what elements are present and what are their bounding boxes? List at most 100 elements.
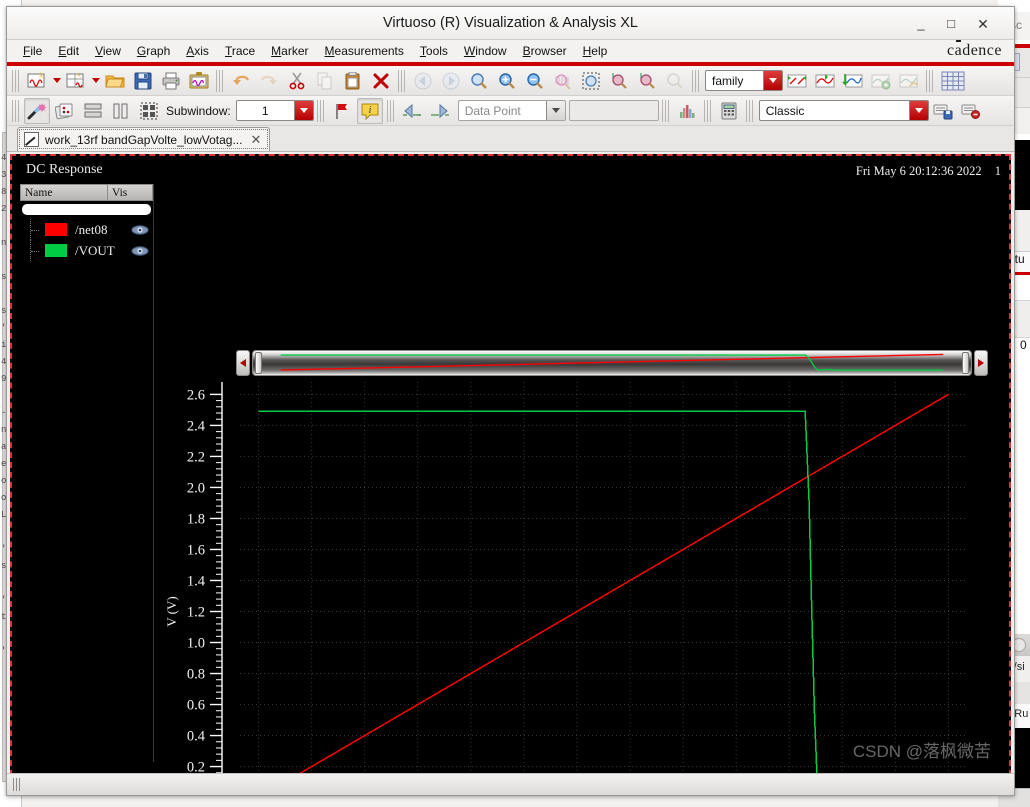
list-item[interactable]: /VOUT [20,240,153,261]
calculator-icon[interactable] [716,98,742,124]
menu-item-axis[interactable]: Axis [178,40,217,62]
visibility-eye-icon[interactable] [127,245,153,257]
grid-toggle-icon[interactable] [938,68,968,94]
marker-value-input[interactable] [568,100,659,121]
next-marker-icon[interactable] [427,98,453,124]
subwindow-combo[interactable]: 1 [235,100,314,121]
toolbar-grip[interactable] [692,69,700,92]
close-button[interactable]: ✕ [974,15,992,33]
family-combo-arrow[interactable] [763,71,782,90]
menu-item-browser[interactable]: Browser [515,40,575,62]
swap-axes-icon[interactable] [840,68,866,94]
save-icon[interactable] [130,68,156,94]
menu-item-edit[interactable]: Edit [50,40,87,62]
zoom-y-icon[interactable] [634,68,660,94]
tile-icon[interactable] [136,98,162,124]
minimize-button[interactable]: _ [912,15,930,33]
dc-response-plot[interactable]: -0.20.00.20.40.60.81.01.21.41.61.82.02.2… [162,346,992,774]
wand-icon[interactable] [24,97,50,124]
menu-item-tools[interactable]: Tools [412,40,456,62]
maximize-button[interactable]: □ [942,15,960,33]
new-window-icon[interactable] [24,68,50,94]
append-trace-icon[interactable] [868,68,894,94]
zoom-area-icon[interactable] [578,68,604,94]
zoom-x-icon[interactable] [606,68,632,94]
cut-icon[interactable] [284,68,310,94]
zoom-out-icon[interactable] [522,68,548,94]
toolbar-grip[interactable] [216,69,224,92]
signal-list-col-vis[interactable]: Vis [108,185,152,200]
graph-tab-icon [24,132,39,147]
family-combo[interactable]: family [705,70,783,91]
split-horizontal-icon[interactable] [784,68,810,94]
menu-item-measurements[interactable]: Measurements [317,40,412,62]
zoom-waveform-icon[interactable] [550,68,576,94]
replace-trace-icon[interactable] [896,68,922,94]
menu-item-window[interactable]: Window [456,40,515,62]
strip-chart-icon[interactable] [812,68,838,94]
toolbar-grip[interactable] [745,99,754,122]
menu-item-file[interactable]: File [15,40,50,62]
toolbar-grip[interactable] [12,69,20,92]
new-subwindow-dropdown-icon[interactable] [90,68,101,94]
signal-list-col-name[interactable]: Name [21,185,108,200]
graph-canvas-area[interactable]: DC Response Fri May 6 20:12:36 2022 1 Na… [10,154,1011,776]
paste-icon[interactable] [340,68,366,94]
back-icon[interactable] [410,68,436,94]
new-window-dropdown-icon[interactable] [51,68,62,94]
list-item[interactable]: /net08 [20,219,153,240]
prev-marker-icon[interactable] [399,98,425,124]
tree-connector-icon [30,219,42,240]
print-icon[interactable] [158,68,184,94]
stack-horizontal-icon[interactable] [80,98,106,124]
toolbar-grip[interactable] [703,99,712,122]
delete-template-icon[interactable] [958,98,984,124]
toolbar-grip[interactable] [661,99,670,122]
toolbar-grip[interactable] [386,99,395,122]
subwindow-combo-arrow[interactable] [293,101,313,120]
y-tick-label: 2.4 [187,418,206,434]
marker-type-arrow[interactable] [545,101,565,120]
document-tab[interactable]: work_13rf bandGapVolte_lowVotag... ✕ [17,127,271,151]
toolbar-grip[interactable] [398,69,406,92]
flag-icon[interactable] [329,98,355,124]
info-icon[interactable]: i [356,97,383,124]
undo-icon[interactable] [228,68,254,94]
menu-item-help[interactable]: Help [575,40,616,62]
zoom-select-icon[interactable] [662,68,688,94]
zoom-fit-icon[interactable] [466,68,492,94]
toolbar-grip[interactable] [12,99,20,122]
y-axis-label: V (V) [164,596,179,626]
document-tab-close-icon[interactable]: ✕ [248,132,263,148]
style-combo-arrow[interactable] [908,101,928,120]
cadence-logo: cadence [946,42,1002,59]
y-tick-label: 0.8 [187,667,205,683]
style-combo-value: Classic [765,103,805,118]
marker-type-combo[interactable]: Data Point [457,100,566,121]
menu-item-graph[interactable]: Graph [129,40,178,62]
open-folder-icon[interactable] [102,68,128,94]
style-combo[interactable]: Classic [758,100,929,121]
y-tick-label: 1.6 [187,542,205,558]
copy-icon[interactable] [312,68,338,94]
snapshot-icon[interactable] [186,68,212,94]
status-grip-icon[interactable] [13,778,22,791]
signal-list-scrollbar[interactable] [22,204,151,215]
delete-icon[interactable] [368,68,394,94]
redo-icon[interactable] [256,68,282,94]
visibility-eye-icon[interactable] [127,224,153,236]
graph-timestamp: Fri May 6 20:12:36 2022 1 [856,164,1001,179]
menu-item-marker[interactable]: Marker [263,40,316,62]
stack-vertical-icon[interactable] [108,98,134,124]
histogram-icon[interactable] [674,98,700,124]
toolbar-grip[interactable] [316,99,325,122]
toolbar-grip[interactable] [926,69,934,92]
menu-item-view[interactable]: View [87,40,129,62]
forward-icon[interactable] [438,68,464,94]
tree-connector-icon [30,240,42,261]
menu-item-trace[interactable]: Trace [217,40,263,62]
new-subwindow-icon[interactable] [63,68,89,94]
save-template-icon[interactable] [930,98,956,124]
zoom-in-icon[interactable] [494,68,520,94]
cards-icon[interactable] [52,98,78,124]
